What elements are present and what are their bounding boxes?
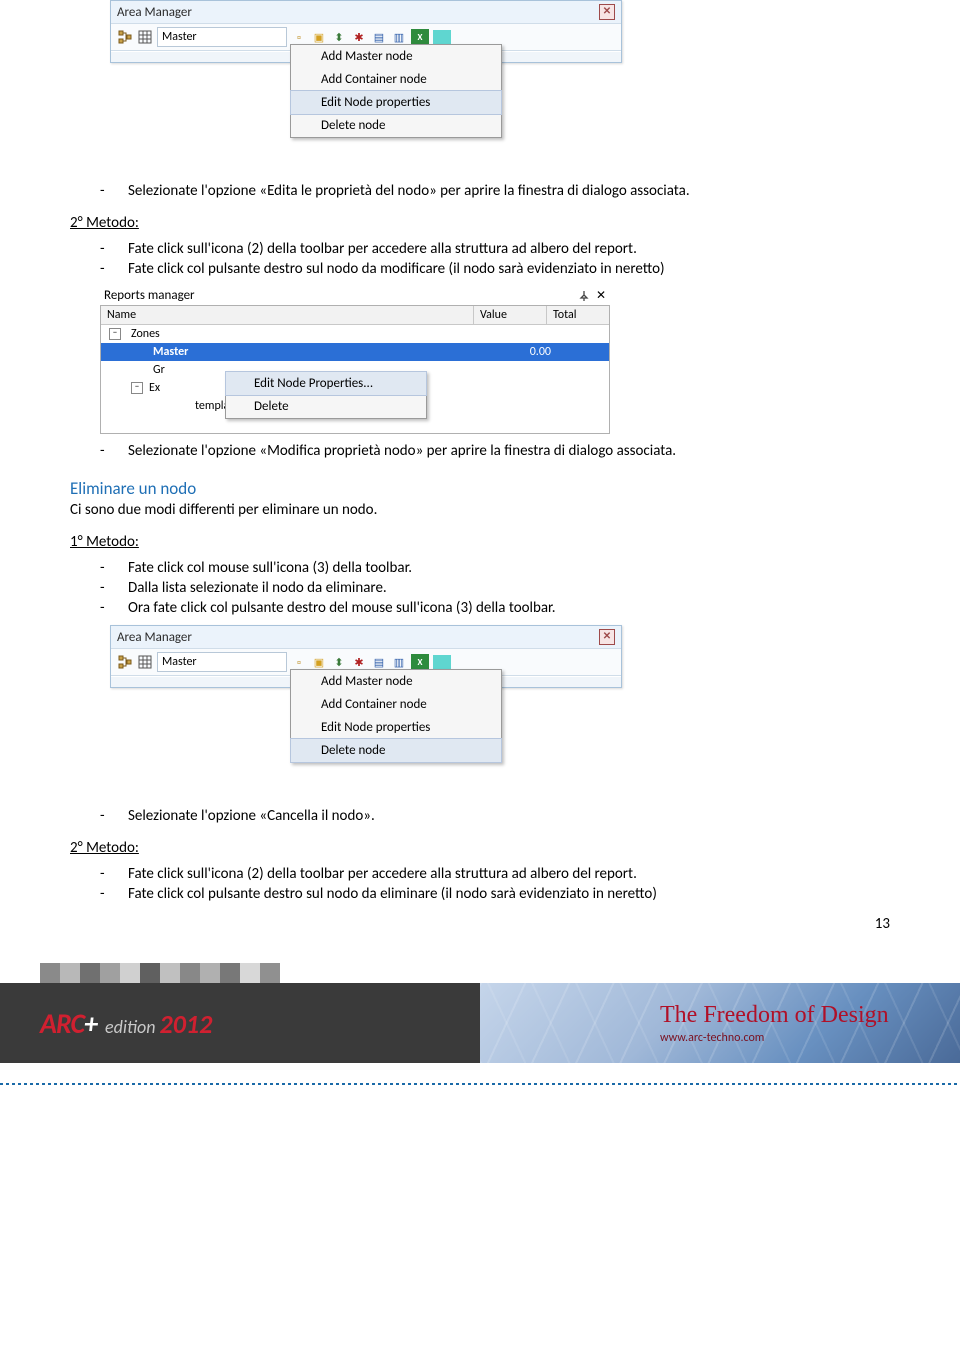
toolbar-icon[interactable]: ▣ <box>311 654 327 670</box>
collapse-icon[interactable]: − <box>131 382 143 394</box>
toolbar-icon[interactable]: ⬍ <box>331 654 347 670</box>
toolbar-icon[interactable]: ▥ <box>391 654 407 670</box>
site-url: www.arc-techno.com <box>660 1031 960 1045</box>
menu-item-add-master[interactable]: Add Master node <box>291 45 501 68</box>
method-label: 2° Metodo: <box>70 839 890 857</box>
grid-icon[interactable] <box>137 654 153 670</box>
node-dropdown[interactable]: Master <box>157 652 287 672</box>
excel-icon[interactable]: X <box>411 654 429 670</box>
list-icon[interactable] <box>433 30 451 44</box>
panel-title: Area Manager <box>117 5 192 20</box>
method-label: 1° Metodo: <box>70 533 890 551</box>
area-manager-screenshot-1: Area Manager ✕ Master ▫ ▣ ⬍ ✱ ▤ ▥ X <box>110 0 890 160</box>
method-label: 2° Metodo: <box>70 214 890 232</box>
close-icon[interactable]: ✕ <box>596 288 606 303</box>
menu-item-add-master[interactable]: Add Master node <box>291 670 501 693</box>
body-text: Fate click col mouse sull'icona (3) dell… <box>128 559 412 577</box>
menu-item-delete[interactable]: Delete node <box>290 738 502 763</box>
bullet-dash: - <box>100 182 128 200</box>
list-icon[interactable] <box>433 655 451 669</box>
tree-icon[interactable] <box>117 29 133 45</box>
body-text: Dalla lista selezionate il nodo da elimi… <box>128 579 387 597</box>
toolbar-icon[interactable]: ✱ <box>351 29 367 45</box>
toolbar-icon[interactable]: ▣ <box>311 29 327 45</box>
col-value: Value <box>474 306 547 325</box>
page-number: 13 <box>0 915 960 933</box>
menu-item-edit-properties[interactable]: Edit Node properties <box>290 90 502 115</box>
excel-icon[interactable]: X <box>411 29 429 45</box>
toolbar-icon[interactable]: ▤ <box>371 654 387 670</box>
panel-title: Area Manager <box>117 630 192 645</box>
body-text: Ora fate click col pulsante destro del m… <box>128 599 556 617</box>
section-heading: Eliminare un nodo <box>70 478 890 499</box>
table-header: Name Value Total <box>101 306 609 325</box>
dotted-rule <box>0 1083 960 1085</box>
tagline: The Freedom of Design <box>660 1002 960 1029</box>
context-menu: Add Master node Add Container node Edit … <box>290 44 502 138</box>
footer-banner: ARC+ edition 2012 The Freedom of Design … <box>0 963 960 1085</box>
toolbar-icon[interactable]: ⬍ <box>331 29 347 45</box>
col-total: Total <box>547 306 609 325</box>
menu-item-add-container[interactable]: Add Container node <box>291 693 501 716</box>
collapse-icon[interactable]: − <box>109 328 121 340</box>
context-menu: Add Master node Add Container node Edit … <box>290 669 502 763</box>
body-text: Selezionate l'opzione «Cancella il nodo»… <box>128 807 375 825</box>
menu-item-edit-properties[interactable]: Edit Node properties <box>291 716 501 739</box>
area-manager-screenshot-2: Area Manager ✕ Master ▫ ▣ ⬍ ✱ ▤ ▥ X <box>110 625 890 785</box>
body-text: Ci sono due modi differenti per eliminar… <box>70 501 890 519</box>
reports-manager-screenshot: Reports manager ✕ Name Value Total − Zon… <box>100 286 610 434</box>
toolbar-icon[interactable]: ▤ <box>371 29 387 45</box>
menu-item-edit-properties[interactable]: Edit Node Properties... <box>225 371 427 396</box>
context-menu: Edit Node Properties... Delete <box>225 371 427 419</box>
body-text: Selezionate l'opzione «Edita le propriet… <box>128 182 690 200</box>
body-text: Fate click col pulsante destro sul nodo … <box>128 260 665 278</box>
pin-icon[interactable] <box>578 290 590 302</box>
arc-logo: ARC+ edition 2012 <box>40 1006 212 1041</box>
close-icon[interactable]: ✕ <box>599 629 615 645</box>
body-text: Fate click sull'icona (2) della toolbar … <box>128 865 637 883</box>
tree-row-selected[interactable]: Master 0.00 <box>101 343 609 361</box>
tree-row[interactable]: − Zones <box>101 325 609 343</box>
node-dropdown[interactable]: Master <box>157 27 287 47</box>
menu-item-delete[interactable]: Delete <box>226 395 426 418</box>
body-text: Fate click sull'icona (2) della toolbar … <box>128 240 637 258</box>
toolbar-icon[interactable]: ▫ <box>291 29 307 45</box>
close-icon[interactable]: ✕ <box>599 4 615 20</box>
body-text: Selezionate l'opzione «Modifica propriet… <box>128 442 676 460</box>
menu-item-add-container[interactable]: Add Container node <box>291 68 501 91</box>
panel-title: Reports manager <box>104 288 195 303</box>
pixel-strip <box>40 963 960 983</box>
col-name: Name <box>101 306 474 325</box>
grid-icon[interactable] <box>137 29 153 45</box>
menu-item-delete[interactable]: Delete node <box>291 114 501 137</box>
toolbar-icon[interactable]: ▫ <box>291 654 307 670</box>
toolbar-icon[interactable]: ▥ <box>391 29 407 45</box>
toolbar-icon[interactable]: ✱ <box>351 654 367 670</box>
body-text: Fate click col pulsante destro sul nodo … <box>128 885 657 903</box>
tree-icon[interactable] <box>117 654 133 670</box>
